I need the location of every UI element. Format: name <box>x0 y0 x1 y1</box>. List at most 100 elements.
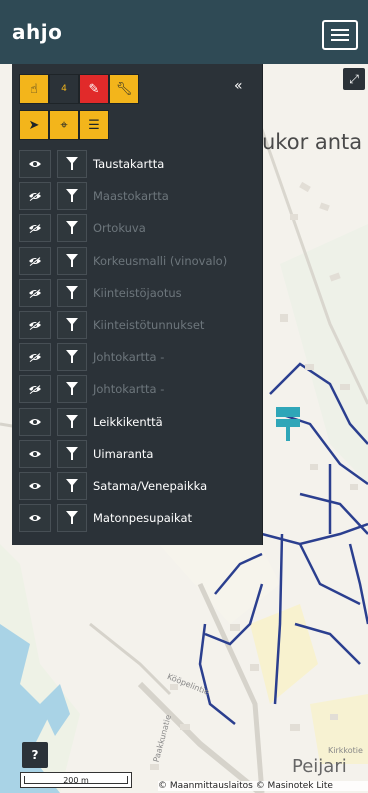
layer-row: Korkeusmalli (vinovalo) <box>19 245 259 277</box>
eye-icon <box>29 450 41 457</box>
layer-row: Matonpesupaikat <box>19 502 259 534</box>
filter-button[interactable] <box>57 407 87 436</box>
layer-name: Satama/Venepaikka <box>93 478 208 493</box>
layer-row: Johtokartta - <box>19 341 259 373</box>
layer-name: Ortokuva <box>93 221 146 236</box>
layer-panel: ☝ 4 ✎ 🔧︎ « ➤ ⌖ ☰ Taustakartta Maastokartt… <box>12 64 263 545</box>
visibility-toggle-button[interactable] <box>19 375 51 404</box>
pencil-icon: ✎ <box>88 81 100 97</box>
locate-button[interactable]: ⌖ <box>49 110 79 140</box>
fullscreen-button[interactable]: ⤢ <box>343 68 365 90</box>
visibility-toggle-button[interactable] <box>19 278 51 307</box>
hamburger-menu-button[interactable] <box>322 20 358 50</box>
scale-label: 200 m <box>24 776 128 785</box>
app-header: ahjo <box>0 0 368 64</box>
layer-name: Matonpesupaikat <box>93 511 193 526</box>
tools-button[interactable]: 🔧︎ <box>109 74 139 104</box>
layer-row: Leikkikenttä <box>19 406 259 438</box>
collapse-panel-button[interactable]: « <box>234 78 243 94</box>
map-attribution: © Maanmittauslaitos © Masinotek Lite <box>158 781 368 791</box>
filter-button[interactable] <box>57 343 87 372</box>
visibility-toggle-button[interactable] <box>19 471 51 500</box>
filter-icon <box>66 157 78 171</box>
visibility-toggle-button[interactable] <box>19 182 51 211</box>
eye-icon <box>29 418 41 425</box>
visibility-toggle-button[interactable] <box>19 246 51 275</box>
layer-row: Johtokartta - <box>19 373 259 405</box>
tool-toolbar: ☝ 4 ✎ 🔧︎ <box>19 74 139 104</box>
visibility-toggle-button[interactable] <box>19 407 51 436</box>
playground-marker-icon <box>276 407 300 441</box>
eye-icon <box>29 515 41 522</box>
visibility-toggle-button[interactable] <box>19 311 51 340</box>
map-area-label: ukor anta <box>262 130 363 154</box>
layers-list-button[interactable]: ☰ <box>79 110 109 140</box>
app-logo[interactable]: ahjo <box>12 20 62 44</box>
filter-button[interactable] <box>57 278 87 307</box>
eye-icon <box>29 161 41 168</box>
visibility-toggle-button[interactable] <box>19 343 51 372</box>
draw-tool-button[interactable]: ✎ <box>79 74 109 104</box>
navigate-button[interactable]: ➤ <box>19 110 49 140</box>
selection-count: 4 <box>61 84 67 94</box>
scale-bar: 200 m <box>20 772 132 788</box>
eye-off-icon <box>29 384 41 395</box>
layer-row: Kiinteistöjaotus <box>19 277 259 309</box>
filter-icon <box>66 318 78 332</box>
filter-icon <box>66 382 78 396</box>
pointer-tool-button[interactable]: ☝ <box>19 74 49 104</box>
filter-icon <box>66 478 78 492</box>
eye-off-icon <box>29 223 41 234</box>
layer-name: Johtokartta - <box>93 382 165 397</box>
filter-button[interactable] <box>57 504 87 533</box>
filter-icon <box>66 350 78 364</box>
layer-name: Kiinteistöjaotus <box>93 285 182 300</box>
filter-button[interactable] <box>57 214 87 243</box>
street-label-kirkkotie: Kirkkotie <box>328 746 363 755</box>
selection-count-button[interactable]: 4 <box>49 74 79 104</box>
filter-button[interactable] <box>57 311 87 340</box>
layer-name: Korkeusmalli (vinovalo) <box>93 253 228 268</box>
filter-icon <box>66 414 78 428</box>
visibility-toggle-button[interactable] <box>19 504 51 533</box>
filter-button[interactable] <box>57 150 87 179</box>
layer-name: Uimaranta <box>93 446 154 461</box>
filter-icon <box>66 285 78 299</box>
filter-icon <box>66 189 78 203</box>
wrench-icon: 🔧︎ <box>115 81 133 97</box>
map-place-label: Peijari <box>292 756 347 777</box>
visibility-toggle-button[interactable] <box>19 214 51 243</box>
crosshair-icon: ⌖ <box>60 117 68 133</box>
hamburger-icon-bar <box>331 34 349 36</box>
layer-row: Taustakartta <box>19 148 259 180</box>
layer-row: Satama/Venepaikka <box>19 470 259 502</box>
visibility-toggle-button[interactable] <box>19 439 51 468</box>
layer-row: Maastokartta <box>19 180 259 212</box>
layer-name: Johtokartta - <box>93 350 165 365</box>
filter-icon <box>66 221 78 235</box>
layers-list-icon: ☰ <box>88 117 100 133</box>
help-button[interactable]: ? <box>22 742 48 768</box>
filter-button[interactable] <box>57 182 87 211</box>
filter-button[interactable] <box>57 439 87 468</box>
layer-row: Kiinteistötunnukset <box>19 309 259 341</box>
filter-icon <box>66 511 78 525</box>
layer-name: Leikkikenttä <box>93 414 163 429</box>
eye-off-icon <box>29 191 41 202</box>
pointer-hand-icon: ☝ <box>30 81 38 97</box>
filter-icon <box>66 446 78 460</box>
expand-icon: ⤢ <box>349 72 359 86</box>
layer-name: Maastokartta <box>93 189 169 204</box>
layer-name: Taustakartta <box>93 157 165 172</box>
filter-button[interactable] <box>57 375 87 404</box>
filter-button[interactable] <box>57 471 87 500</box>
filter-button[interactable] <box>57 246 87 275</box>
layer-name: Kiinteistötunnukset <box>93 318 205 333</box>
eye-off-icon <box>29 320 41 331</box>
eye-icon <box>29 482 41 489</box>
visibility-toggle-button[interactable] <box>19 150 51 179</box>
layer-row: Uimaranta <box>19 438 259 470</box>
hamburger-icon-bar <box>331 39 349 41</box>
navigate-arrow-icon: ➤ <box>28 117 40 133</box>
eye-off-icon <box>29 255 41 266</box>
